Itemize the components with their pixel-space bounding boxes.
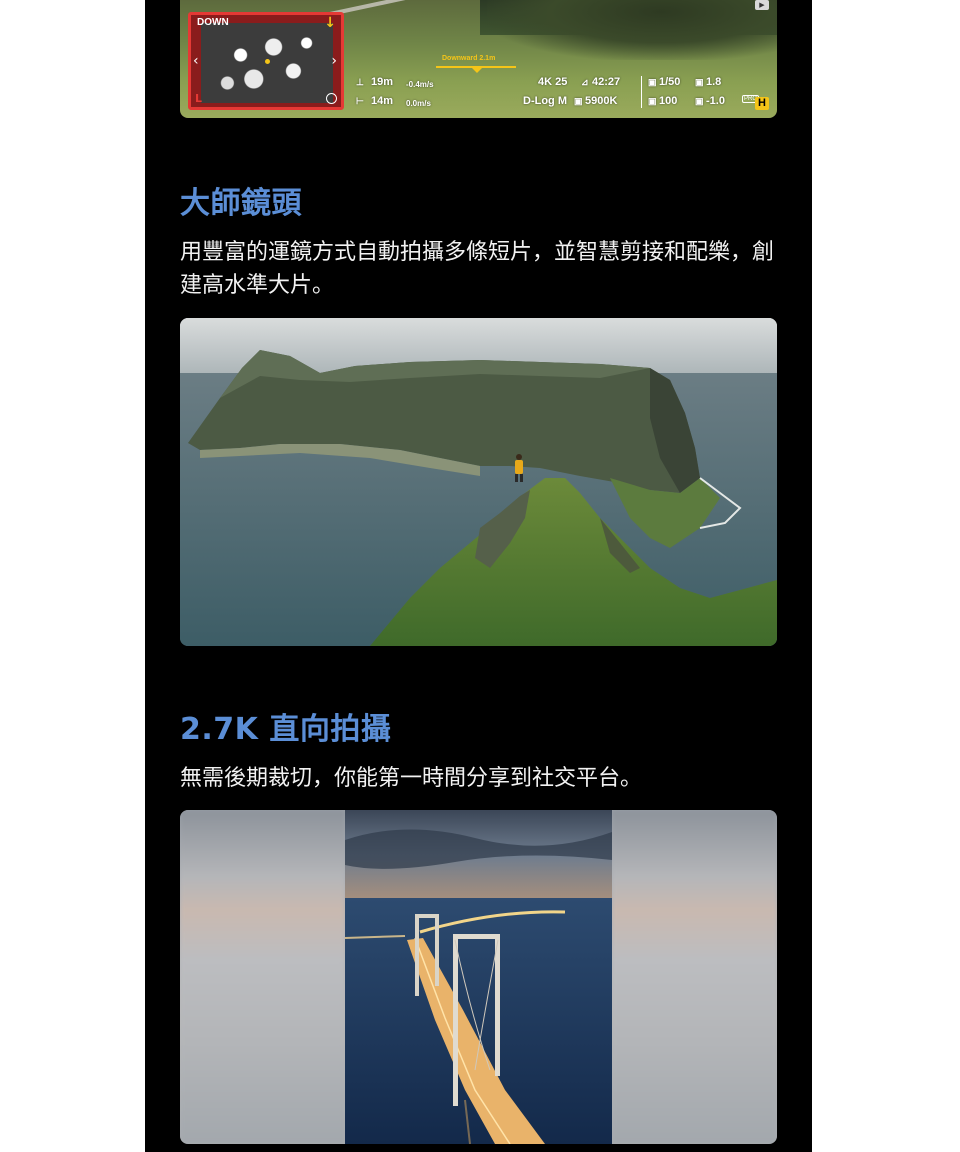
white-balance-value: 5900K [585,95,618,107]
iso-value: 100 [659,95,678,107]
downward-marker-icon [472,68,482,73]
tree-shadow [487,0,777,60]
section-body-mastershots: 用豐富的運鏡方式自動拍攝多條短片，並智慧剪接和配樂，創建高水準大片。 [180,240,775,298]
cliff-landscape-photo [180,318,777,646]
shutter-icon: ▣ [648,77,657,87]
vertical-speed-value: -0.4m/s [406,80,434,89]
bridge-illustration [345,810,612,1144]
horizontal-speed-value: 0.0m/s [406,99,431,108]
distance-icon: ⊢ [356,96,364,106]
white-balance-icon: ▣ [574,96,583,106]
storage-icon: ⊿ [581,77,589,87]
drone-camera-hud-image: ▶ DOWN ↓ ‹ › L Downward 2.1m ⊥ 19m -0.4m… [180,0,777,118]
downward-view-panel[interactable]: DOWN ↓ ‹ › L [188,12,344,110]
aperture-icon: ▣ [695,77,704,87]
altitude-icon: ⊥ [356,77,364,87]
corner-bracket-icon: L [195,92,203,105]
target-dot-icon [265,59,270,64]
hiker-figure [515,460,523,474]
play-icon[interactable]: ▶ [755,0,769,10]
section-heading-vertical-shooting: 2.7K 直向拍攝 [180,712,392,747]
chevron-right-icon[interactable]: › [331,53,337,69]
downward-distance-label: Downward 2.1m [442,55,496,62]
altitude-value: 19m [371,76,394,88]
chevron-left-icon[interactable]: ‹ [193,53,199,69]
record-icon[interactable] [326,93,337,104]
remaining-time-value: 42:27 [592,76,621,88]
down-arrow-icon: ↓ [324,15,336,31]
blurred-side-right [612,810,777,1144]
down-label: DOWN [197,17,229,28]
section-heading-mastershots: 大師鏡頭 [180,186,302,221]
distance-value: 14m [371,95,394,107]
shutter-value: 1/50 [659,76,681,88]
vertical-crop-frame [345,810,612,1144]
resolution-value: 4K 25 [538,76,568,88]
hud-divider [641,76,642,108]
blurred-side-left [180,810,345,1144]
iso-icon: ▣ [648,96,657,106]
bridge-vertical-photo [180,810,777,1144]
h-badge-icon[interactable]: H [755,97,769,110]
color-profile-value: D-Log M [523,95,567,107]
cliff-illustration [180,318,777,646]
section-body-vertical-shooting: 無需後期裁切，你能第一時間分享到社交平台。 [180,766,643,791]
ev-icon: ▣ [695,96,704,106]
aperture-value: 1.8 [706,76,722,88]
ev-value: -1.0 [706,95,725,107]
product-feature-page: ▶ DOWN ↓ ‹ › L Downward 2.1m ⊥ 19m -0.4m… [145,0,812,1152]
